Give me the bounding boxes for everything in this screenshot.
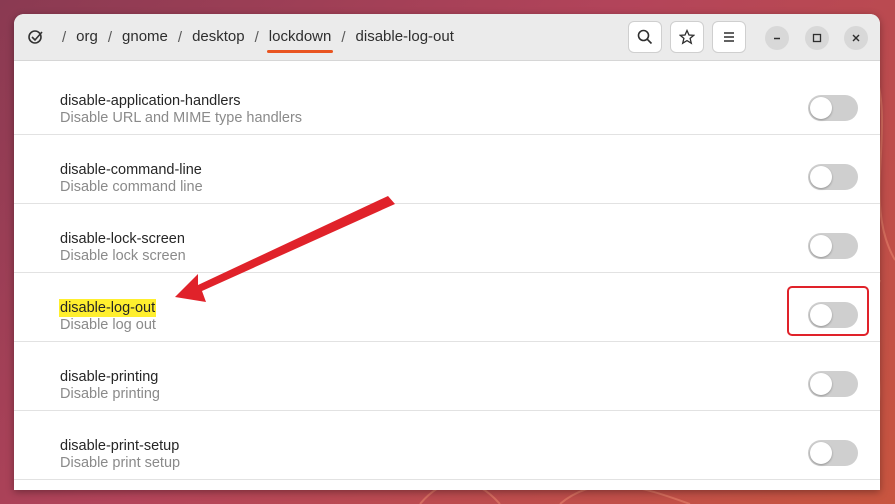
breadcrumb-separator: /	[177, 28, 183, 46]
header-bar: / org / gnome / desktop / lockdown / dis…	[14, 14, 880, 61]
breadcrumb-separator: /	[254, 28, 259, 46]
setting-key: disable-command-line	[60, 162, 202, 178]
setting-description: Disable print setup	[60, 455, 181, 471]
setting-key: disable-printing	[60, 369, 159, 385]
setting-description: Disable lock screen	[60, 248, 186, 264]
bookmark-button[interactable]	[670, 21, 704, 53]
list-item[interactable]: disable-command-line Disable command lin…	[14, 136, 880, 204]
breadcrumb-lockdown[interactable]: lockdown	[265, 14, 336, 60]
main-menu-button[interactable]	[712, 21, 746, 53]
toggle-switch[interactable]	[808, 95, 858, 121]
minimize-icon	[774, 37, 780, 40]
setting-description: Disable command line	[60, 179, 203, 195]
setting-key: disable-print-setup	[60, 438, 180, 454]
setting-key: disable-lock-screen	[60, 231, 185, 247]
breadcrumb-disable-log-out[interactable]: disable-log-out	[352, 14, 458, 60]
breadcrumb-separator: /	[62, 28, 67, 46]
breadcrumb-separator: /	[107, 28, 113, 46]
toggle-knob	[810, 373, 832, 395]
list-item[interactable]: disable-print-setup Disable print setup	[14, 412, 880, 480]
setting-description: Disable printing	[60, 386, 160, 402]
star-icon	[679, 29, 695, 45]
dconf-app-icon[interactable]	[26, 27, 46, 47]
close-button[interactable]	[844, 26, 868, 50]
list-item[interactable]: disable-printing Disable printing	[14, 343, 880, 411]
toggle-switch[interactable]	[808, 302, 858, 328]
maximize-button[interactable]	[805, 26, 829, 50]
breadcrumb-desktop[interactable]: desktop	[188, 14, 249, 60]
toggle-switch[interactable]	[808, 233, 858, 259]
toggle-knob	[810, 304, 832, 326]
breadcrumb: / org / gnome / desktop / lockdown / dis…	[26, 14, 458, 60]
search-button[interactable]	[628, 21, 662, 53]
toggle-knob	[810, 166, 832, 188]
setting-key: disable-application-handlers	[60, 93, 241, 109]
list-item[interactable]: disable-application-handlers Disable URL…	[14, 67, 880, 135]
minimize-button[interactable]	[765, 26, 789, 50]
setting-description: Disable URL and MIME type handlers	[60, 110, 303, 126]
search-icon	[637, 29, 653, 45]
toggle-switch[interactable]	[808, 371, 858, 397]
maximize-icon	[812, 33, 822, 43]
toggle-switch[interactable]	[808, 164, 858, 190]
list-item[interactable]: disable-lock-screen Disable lock screen	[14, 205, 880, 273]
toggle-knob	[810, 97, 832, 119]
toggle-switch[interactable]	[808, 440, 858, 466]
setting-key-highlighted: disable-log-out	[59, 299, 157, 317]
setting-description: Disable log out	[60, 317, 156, 333]
breadcrumb-org[interactable]: org	[72, 14, 102, 60]
hamburger-menu-icon	[724, 32, 734, 42]
close-icon	[852, 34, 860, 42]
breadcrumb-separator: /	[341, 28, 346, 46]
list-item[interactable]: disable-log-out Disable log out	[14, 274, 880, 342]
breadcrumb-gnome[interactable]: gnome	[118, 14, 172, 60]
dconf-editor-window: / org / gnome / desktop / lockdown / dis…	[14, 14, 880, 490]
toggle-knob	[810, 442, 832, 464]
toggle-knob	[810, 235, 832, 257]
